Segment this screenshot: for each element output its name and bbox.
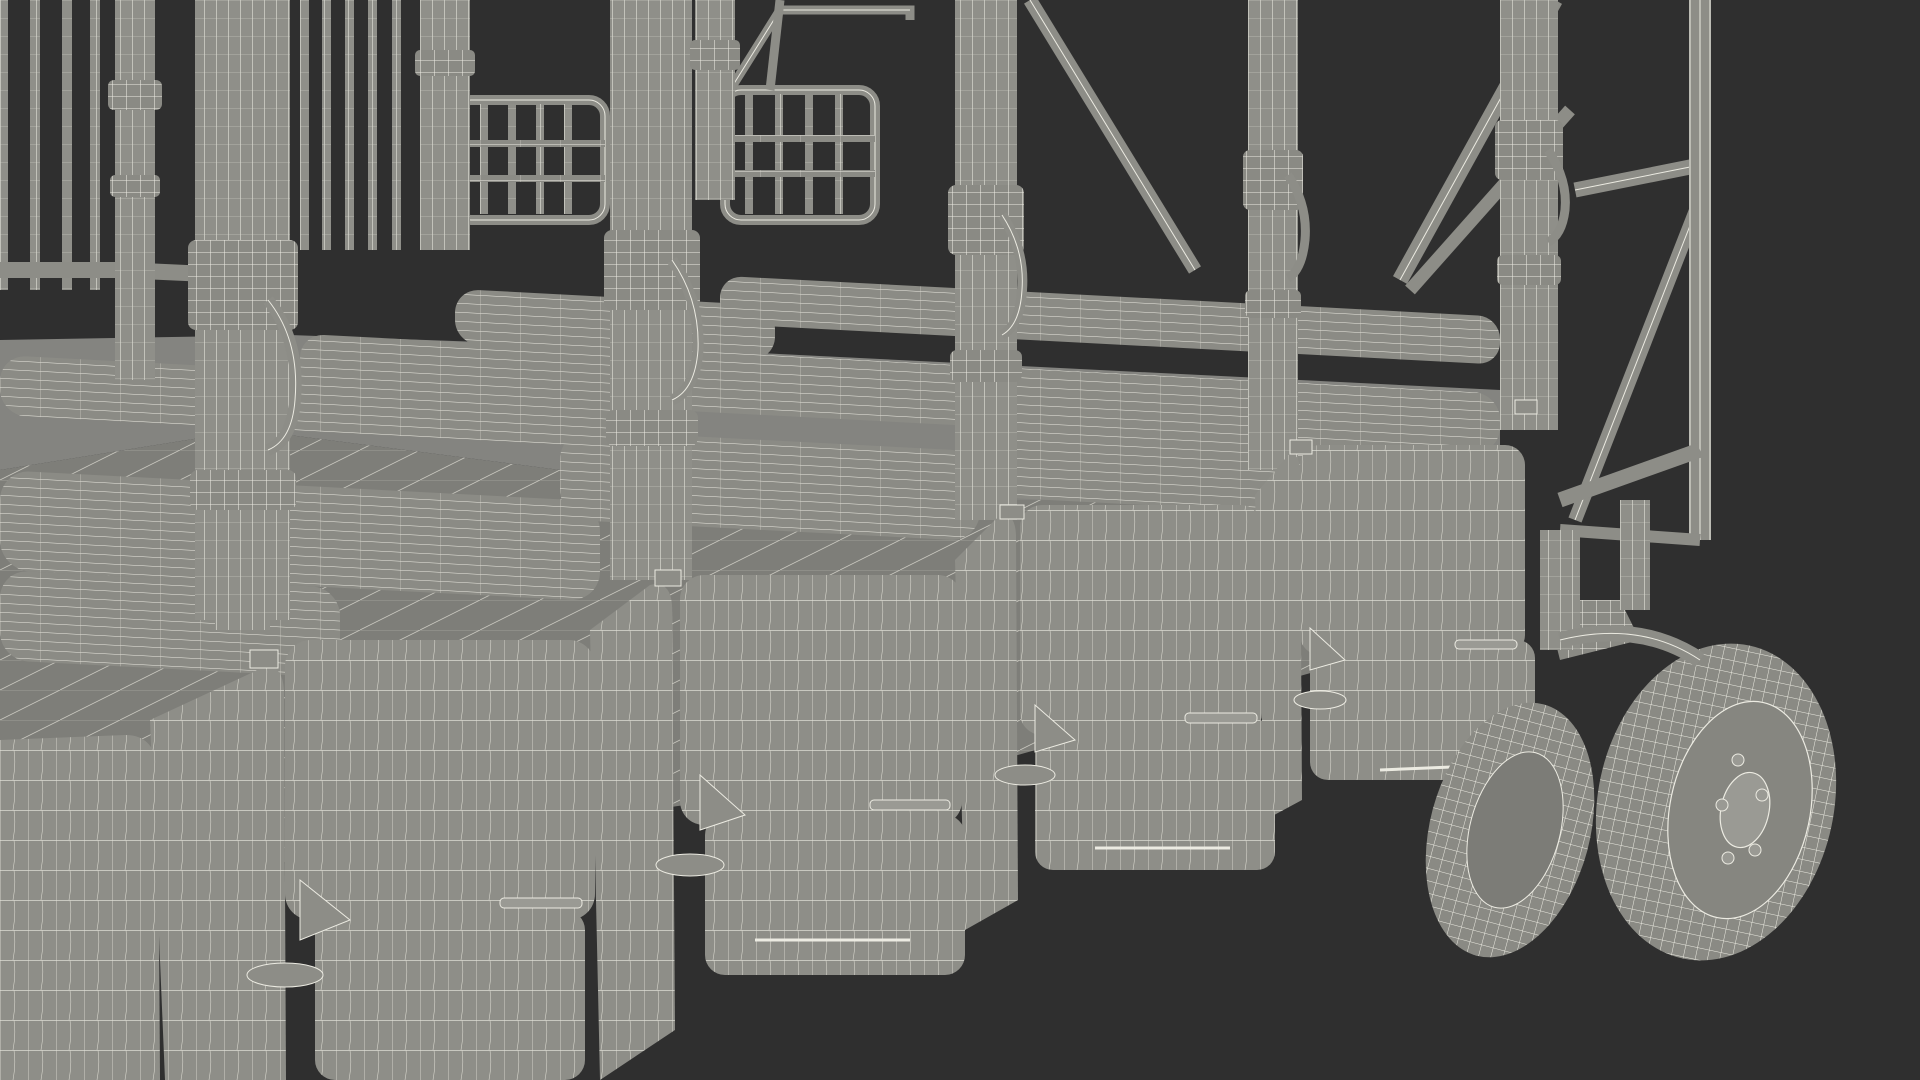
front-door-2 [285, 584, 675, 1080]
pole-8 [1495, 0, 1570, 430]
door-5-handle [1454, 639, 1518, 650]
door-3-handle [869, 799, 951, 811]
front-door-3 [680, 514, 1018, 975]
door-2-handle [499, 897, 583, 909]
pole-4 [604, 0, 704, 580]
pole-1 [108, 0, 162, 380]
wireframe-render-viewport [0, 0, 1920, 1080]
pole-3 [415, 0, 475, 250]
pole-7 [1243, 0, 1310, 470]
front-door-4 [1020, 454, 1302, 870]
wireframe-render [0, 0, 1920, 1080]
pole-6 [948, 0, 1028, 520]
pole-5 [690, 0, 740, 200]
pole-2 [188, 0, 302, 630]
door-4-handle [1184, 712, 1258, 724]
